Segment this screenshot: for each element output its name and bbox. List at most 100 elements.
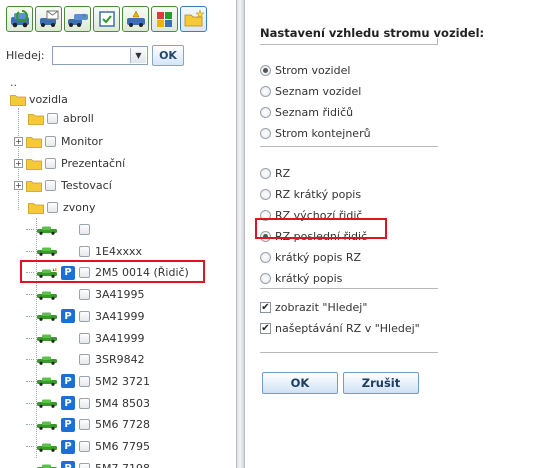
car-icon [37,421,57,430]
divider [260,352,438,353]
radio-button[interactable] [260,85,271,97]
vehicle-checkbox[interactable] [79,289,90,301]
highlight-box-vehicle [20,260,205,283]
panel-splitter[interactable] [236,0,245,468]
tree-guide-line [26,337,34,339]
search-combobox[interactable]: ▼ [52,46,148,65]
vehicle-label: 3A41999 [95,309,145,323]
vehicle-label: 5M6 7795 [95,440,150,453]
radio-option[interactable]: Seznam vozidel [260,82,361,100]
radio-option[interactable]: krátký popis [260,269,342,287]
vehicle-row[interactable]: 3A41995 [26,285,145,304]
radio-option[interactable]: krátký popis RZ [260,248,361,266]
vehicle-row[interactable] [26,220,95,239]
tree-guide-line [26,424,34,426]
radio-label: krátký popis [275,271,343,285]
vehicle-row[interactable]: P 5M6 7728 [26,415,150,434]
parking-badge-icon: P [61,461,75,468]
car-envelope-icon [39,10,58,27]
folder-checkbox[interactable] [45,136,56,147]
tree-folder-testovaci[interactable]: + Testovací [14,176,112,195]
tree-guide-line [26,229,34,230]
vehicle-checkbox[interactable] [79,354,90,366]
radio-button[interactable] [260,188,271,200]
radio-button[interactable] [260,272,271,284]
folder-label: Prezentační [61,157,126,170]
vehicle-checkbox[interactable] [79,419,90,431]
vehicle-row[interactable]: 1E4xxxx [26,242,142,261]
vehicle-row[interactable]: P 5M7 7198 [26,459,150,468]
folder-icon [10,94,26,106]
vehicle-checkbox[interactable] [79,310,90,322]
checkbox-option[interactable]: ✔ zobrazit "Hledej" [260,298,367,316]
radio-option[interactable]: RZ krátký popis [260,185,361,203]
radio-button[interactable] [260,251,271,263]
vehicle-checkbox[interactable] [79,332,90,344]
folder-checkbox[interactable] [47,202,58,213]
vehicle-row[interactable]: P 5M2 3721 [26,372,150,391]
vehicle-label: 5M7 7198 [95,462,150,468]
checkbox[interactable]: ✔ [260,322,271,334]
radio-button[interactable] [260,106,271,118]
vehicle-message-button[interactable] [35,6,62,32]
vehicle-group-button[interactable]: + [64,6,91,32]
new-folder-button[interactable] [180,6,207,32]
chevron-down-icon[interactable]: ▼ [130,48,146,63]
vehicle-checkbox[interactable] [79,441,90,452]
vehicle-checkbox[interactable] [79,462,90,468]
parking-badge-icon: P [61,396,75,411]
radio-option[interactable]: Strom kontejnerů [260,124,371,142]
tree-root-vozidla[interactable]: vozidla [10,90,68,109]
parking-badge-icon: P [61,309,75,324]
vehicle-checkbox[interactable] [79,397,90,409]
checkbox-option[interactable]: ✔ našeptávání RZ v "Hledej" [260,319,420,337]
cancel-button[interactable]: Zrušit [343,372,419,394]
expand-icon[interactable]: + [14,159,23,168]
tree-settings-panel: Nastavení vzhledu stromu vozidel: Strom … [245,0,554,468]
car-icon [37,291,57,300]
radio-button[interactable] [260,127,271,139]
radio-option[interactable]: RZ [260,164,290,182]
radio-option[interactable]: Seznam řidičů [260,103,353,121]
folder-label: Testovací [61,179,112,192]
ok-button[interactable]: OK [262,372,338,394]
radio-option[interactable]: Strom vozidel [260,61,350,79]
radio-label: krátký popis RZ [275,250,362,264]
vehicle-alert-button[interactable] [122,6,149,32]
vehicle-label: 5M2 3721 [95,374,150,388]
expand-icon[interactable]: + [14,137,23,146]
vehicle-checkbox[interactable] [79,224,90,235]
color-settings-button[interactable] [151,6,178,32]
tree-parent-link[interactable]: .. [10,76,17,89]
checkbox[interactable]: ✔ [260,301,271,313]
vehicle-row[interactable]: 3A41999 [26,329,145,348]
search-ok-button[interactable]: OK [152,45,184,66]
tree-folder-monitor[interactable]: + Monitor [14,132,103,151]
tree-root-label: vozidla [29,93,68,106]
tree-guide-line [26,402,34,404]
expand-icon[interactable]: + [14,181,23,190]
car-alert-icon [126,10,145,27]
vehicle-refresh-button[interactable] [6,6,33,32]
radio-button[interactable] [260,167,271,179]
folder-checkbox[interactable] [45,158,56,169]
vehicle-label: 1E4xxxx [95,244,142,258]
radio-button[interactable] [260,64,271,76]
parking-badge-icon: P [61,417,75,432]
checkbox-label: zobrazit "Hledej" [275,300,368,314]
vehicle-checkbox[interactable] [79,245,90,257]
vehicle-row[interactable]: P 5M6 7795 [26,437,150,456]
tree-folder-zvony[interactable]: zvony [28,198,96,217]
vehicle-row[interactable]: 3SR9842 [26,350,145,369]
select-all-button[interactable] [93,6,120,32]
tree-guide-line [26,294,34,296]
folder-checkbox[interactable] [45,180,56,191]
vehicle-checkbox[interactable] [79,375,90,387]
tree-folder-prezentacni[interactable]: + Prezentační [14,154,125,173]
vehicle-row[interactable]: P 5M4 8503 [26,394,150,413]
tree-folder-abroll[interactable]: abroll [28,109,94,128]
vehicle-row[interactable]: P 3A41999 [26,307,145,326]
tree-guide-line [26,359,34,361]
tree-guide-line [26,250,34,252]
folder-checkbox[interactable] [47,113,58,124]
